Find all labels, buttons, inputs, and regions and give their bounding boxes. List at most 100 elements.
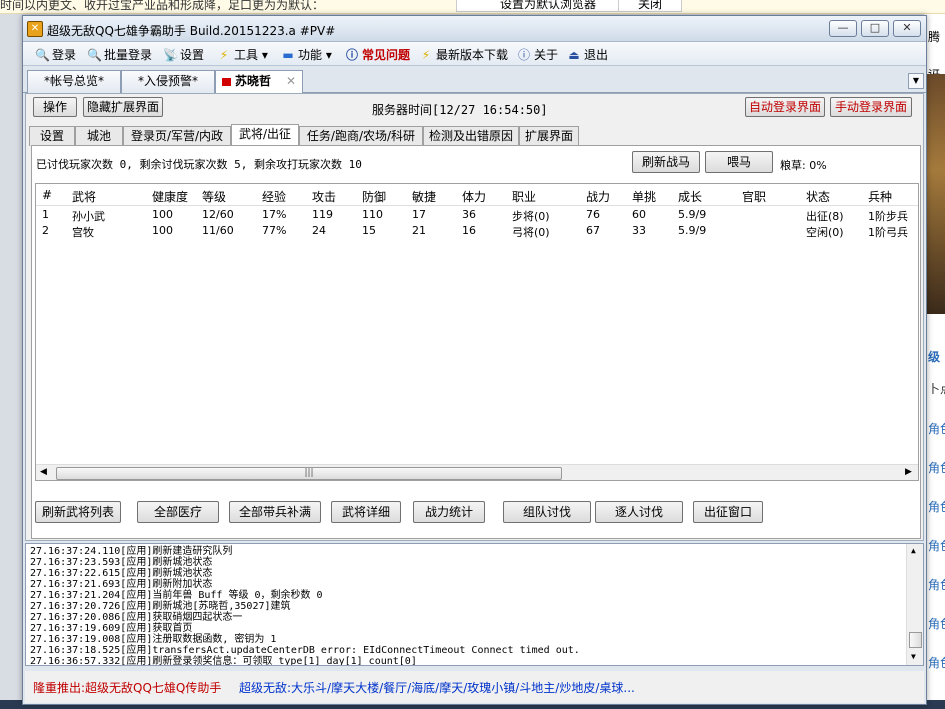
menu-exit[interactable]: ⏏ 退出 xyxy=(567,46,608,63)
bg-link[interactable]: 角色 xyxy=(928,576,945,593)
account-pane: 操作 隐藏扩展界面 服务器时间[12/27 16:54:50] 自动登录界面 手… xyxy=(25,93,924,541)
log-panel[interactable]: 27.16:37:24.110[应用]刷新建造研究队列 27.16:37:23.… xyxy=(25,543,924,666)
menu-label: 常见问题 xyxy=(362,48,411,62)
vertical-scrollbar[interactable]: ▲ ▼ xyxy=(906,544,923,665)
battle-summary: 已讨伐玩家次数 0, 剩余讨伐玩家次数 5, 剩余攻打玩家次数 10 xyxy=(36,158,362,171)
title-bar[interactable]: ✕ 超级无敌QQ七雄争霸助手 Build.20151223.a #PV# — □… xyxy=(23,16,926,42)
cell: 76 xyxy=(586,208,600,221)
col-agility[interactable]: 敏捷 xyxy=(412,188,436,205)
scroll-right-icon[interactable]: ▶ xyxy=(905,467,912,477)
refresh-generals-button[interactable]: 刷新武将列表 xyxy=(35,501,121,523)
menu-faq[interactable]: ⓘ 常见问题 xyxy=(345,46,410,63)
bg-link[interactable]: 角色 xyxy=(928,537,945,554)
menu-tools[interactable]: ⚡ 工具 ▾ xyxy=(217,46,268,63)
promo-link-red[interactable]: 隆重推出:超级无敌QQ七雄Q传助手 xyxy=(33,679,221,696)
tab-account-suxiaozhe[interactable]: 苏晓哲 ✕ xyxy=(215,70,303,94)
col-defense[interactable]: 防御 xyxy=(362,188,386,205)
antenna-icon: 📡 xyxy=(163,48,178,62)
col-power[interactable]: 战力 xyxy=(586,188,610,205)
infobar-close-button[interactable]: 关闭 xyxy=(618,0,682,12)
horizontal-scrollbar[interactable]: ◀ ||| ▶ xyxy=(36,464,918,480)
col-level[interactable]: 等级 xyxy=(202,188,226,205)
dispatch-window-button[interactable]: 出征窗口 xyxy=(693,501,763,523)
tab-extension[interactable]: 扩展界面 xyxy=(519,126,579,146)
window-title: 超级无敌QQ七雄争霸助手 Build.20151223.a #PV# xyxy=(47,24,336,38)
bg-link[interactable]: 级 xyxy=(928,348,940,365)
heal-all-button[interactable]: 全部医疗 xyxy=(137,501,219,523)
close-button[interactable]: ✕ xyxy=(893,20,921,37)
bg-link[interactable]: 角色 xyxy=(928,459,945,476)
bg-text: 腾 xyxy=(928,30,941,44)
cell: 36 xyxy=(462,208,476,221)
col-stamina[interactable]: 体力 xyxy=(462,188,486,205)
tab-tasks[interactable]: 任务/跑商/农场/科研 xyxy=(299,126,423,146)
team-attack-button[interactable]: 组队讨伐 xyxy=(503,501,591,523)
cell: 11/60 xyxy=(202,224,234,237)
table-row[interactable]: 2 宫牧 100 11/60 77% 24 15 21 16 弓将(0) 67 … xyxy=(36,224,918,240)
operate-button[interactable]: 操作 xyxy=(33,97,77,117)
bg-text: 卜点 xyxy=(928,382,945,396)
col-troop[interactable]: 兵种 xyxy=(868,188,892,205)
cell: 5.9/9 xyxy=(678,224,707,237)
scrollbar-thumb[interactable]: ||| xyxy=(56,467,562,480)
tab-dropdown-icon[interactable]: ▼ xyxy=(908,73,924,89)
tab-account-overview[interactable]: *帐号总览* xyxy=(27,70,121,93)
log-line: 27.16:36:57.332[应用]刷新登录领奖信息：可领取 type[1] … xyxy=(30,656,417,666)
server-time: 服务器时间[12/27 16:54:50] xyxy=(372,103,548,117)
minimize-button[interactable]: — xyxy=(829,20,857,37)
tab-errors[interactable]: 检测及出错原因 xyxy=(423,126,519,146)
feed-horse-button[interactable]: 喂马 xyxy=(705,151,773,173)
cell: 弓将(0) xyxy=(512,226,550,239)
hide-extension-button[interactable]: 隐藏扩展界面 xyxy=(83,97,163,117)
table-row[interactable]: 1 孙小武 100 12/60 17% 119 110 17 36 步将(0) … xyxy=(36,208,918,224)
individual-attack-button[interactable]: 逐人讨伐 xyxy=(595,501,683,523)
bg-link[interactable]: 角色 xyxy=(928,498,945,515)
cell: 1阶步兵 xyxy=(868,210,908,223)
tab-city[interactable]: 城池 xyxy=(75,126,123,146)
col-index[interactable]: # xyxy=(42,188,52,202)
col-class[interactable]: 职业 xyxy=(512,188,536,205)
log-line: 27.16:37:20.086[应用]获取硝烟四起状态一 xyxy=(30,612,243,623)
power-stats-button[interactable]: 战力统计 xyxy=(413,501,485,523)
tab-login-camp[interactable]: 登录页/军营/内政 xyxy=(123,126,231,146)
menu-functions[interactable]: ▬ 功能 ▾ xyxy=(281,46,332,63)
menu-batch-login[interactable]: 🔍 批量登录 xyxy=(87,46,152,63)
menu-settings[interactable]: 📡 设置 xyxy=(163,46,204,63)
tab-generals[interactable]: 武将/出征 xyxy=(231,124,299,146)
tab-settings[interactable]: 设置 xyxy=(29,126,75,146)
col-duel[interactable]: 单挑 xyxy=(632,188,656,205)
col-general[interactable]: 武将 xyxy=(72,188,96,205)
col-status[interactable]: 状态 xyxy=(806,188,830,205)
set-default-browser-button[interactable]: 设置为默认浏览器 xyxy=(456,0,640,12)
menu-download[interactable]: ⚡ 最新版本下载 xyxy=(419,46,508,63)
manual-login-button[interactable]: 手动登录界面 xyxy=(830,97,912,117)
bg-link[interactable]: 角色 xyxy=(928,654,945,671)
bg-link[interactable]: 角色 xyxy=(928,420,945,437)
general-detail-button[interactable]: 武将详细 xyxy=(331,501,401,523)
scrollbar-thumb[interactable] xyxy=(909,632,922,648)
menu-bar: 🔍 登录 🔍 批量登录 📡 设置 ⚡ 工具 ▾ ▬ 功能 ▾ ⓘ 常见问题 ⚡ 最新版本下载 … xyxy=(23,42,926,66)
cell: 空闲(0) xyxy=(806,226,844,239)
col-exp[interactable]: 经验 xyxy=(262,188,286,205)
col-health[interactable]: 健康度 xyxy=(152,188,188,205)
maximize-button[interactable]: □ xyxy=(861,20,889,37)
col-attack[interactable]: 攻击 xyxy=(312,188,336,205)
fill-troops-button[interactable]: 全部带兵补满 xyxy=(229,501,321,523)
auto-login-button[interactable]: 自动登录界面 xyxy=(745,97,825,117)
menu-login[interactable]: 🔍 登录 xyxy=(35,46,76,63)
bg-link[interactable]: 角色 xyxy=(928,615,945,632)
scroll-down-icon[interactable]: ▼ xyxy=(911,652,916,661)
scroll-left-icon[interactable]: ◀ xyxy=(40,467,47,477)
tab-close-icon[interactable]: ✕ xyxy=(286,71,296,92)
menu-about[interactable]: ⓘ 关于 xyxy=(517,46,558,63)
cell: 孙小武 xyxy=(72,210,105,223)
cell: 33 xyxy=(632,224,646,237)
promo-link-blue[interactable]: 超级无敌:大乐斗/摩天大楼/餐厅/海底/摩天/玫瑰小镇/斗地主/炒地皮/桌球..… xyxy=(239,679,635,696)
menu-label: 关于 xyxy=(534,48,559,62)
tab-invasion-warning[interactable]: *入侵预警* xyxy=(121,70,215,93)
scroll-up-icon[interactable]: ▲ xyxy=(911,546,916,555)
col-office[interactable]: 官职 xyxy=(742,188,766,205)
col-growth[interactable]: 成长 xyxy=(678,188,702,205)
refresh-horse-button[interactable]: 刷新战马 xyxy=(632,151,700,173)
bolt-icon: ⚡ xyxy=(219,48,229,62)
